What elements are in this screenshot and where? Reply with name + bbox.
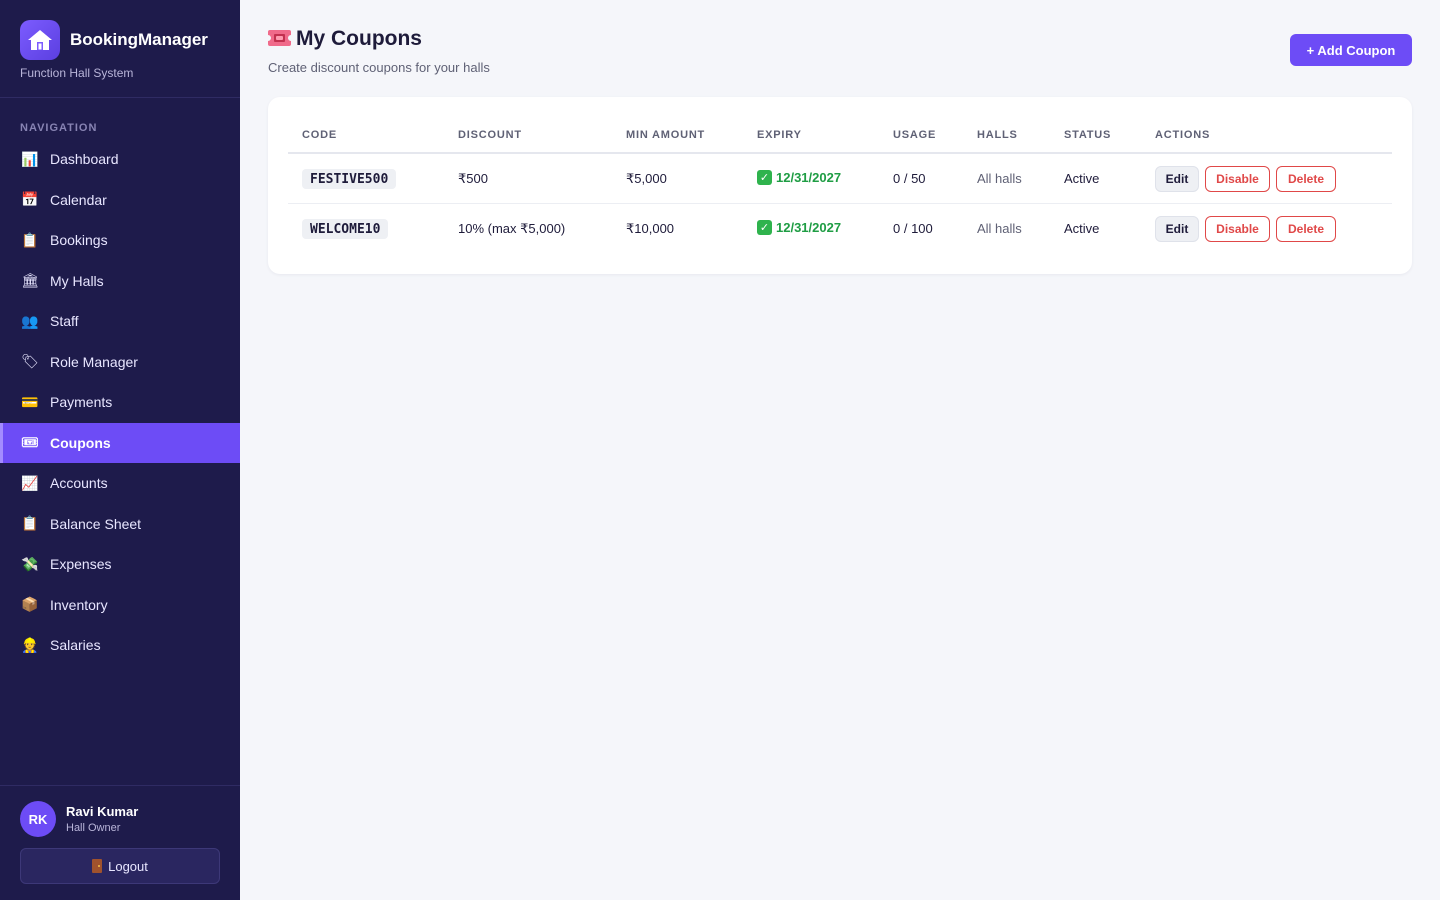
sidebar-item-payments[interactable]: 💳 Payments bbox=[0, 382, 240, 423]
avatar: RK bbox=[20, 801, 56, 837]
sidebar-item-label: Accounts bbox=[50, 475, 108, 492]
sidebar-item-inventory[interactable]: 📦 Inventory bbox=[0, 585, 240, 626]
sidebar-item-salaries[interactable]: 👷 Salaries bbox=[0, 625, 240, 666]
add-coupon-button[interactable]: + Add Coupon bbox=[1290, 34, 1412, 66]
column-header: DISCOUNT bbox=[458, 129, 522, 141]
sidebar-item-label: Coupons bbox=[50, 434, 111, 451]
sidebar-item-label: Expenses bbox=[50, 556, 112, 573]
check-mark-icon: ✓ bbox=[757, 220, 772, 235]
sidebar-item-calendar[interactable]: 📅 Calendar bbox=[0, 180, 240, 221]
expiry-date-text: 12/31/2027 bbox=[776, 170, 842, 185]
sidebar-divider bbox=[0, 97, 240, 98]
delete-button[interactable]: Delete bbox=[1276, 166, 1336, 192]
sidebar-item-my-halls[interactable]: 🏛 My Halls bbox=[0, 261, 240, 302]
edit-button[interactable]: Edit bbox=[1155, 216, 1199, 242]
logout-label: Logout bbox=[108, 858, 148, 874]
table-row: WELCOME10 10% (max ₹5,000) ₹10,000 ✓ 12/… bbox=[288, 204, 1392, 254]
delete-button[interactable]: Delete bbox=[1276, 216, 1336, 242]
coupons-table: CODE DISCOUNT MIN AMOUNT EXPIRY USAGE HA… bbox=[268, 97, 1412, 274]
nav-heading: NAVIGATION bbox=[20, 122, 98, 134]
sidebar-item-label: Dashboard bbox=[50, 151, 119, 168]
column-header: ACTIONS bbox=[1155, 129, 1211, 141]
brand: BookingManager Function Hall System bbox=[20, 20, 230, 80]
sidebar-nav: 📊 Dashboard 📅 Calendar 📋 Bookings 🏛 My Halls 👥 St… bbox=[0, 139, 240, 666]
min-amount-value: ₹10,000 bbox=[626, 221, 675, 236]
ticket-icon bbox=[268, 30, 291, 46]
usage-value: 0 / 100 bbox=[893, 221, 933, 236]
sidebar-item-label: Payments bbox=[50, 394, 113, 411]
coupon-code: FESTIVE500 bbox=[302, 169, 397, 189]
column-header: HALLS bbox=[977, 129, 1018, 141]
column-header: CODE bbox=[302, 129, 337, 141]
clipboard-icon: 📋 bbox=[21, 515, 39, 532]
calendar-icon: 📅 bbox=[21, 191, 39, 208]
sidebar-item-label: Role Manager bbox=[50, 353, 138, 370]
money-wings-icon: 💸 bbox=[21, 555, 39, 572]
column-header: STATUS bbox=[1064, 129, 1112, 141]
sidebar-item-label: Calendar bbox=[50, 191, 107, 208]
house-icon bbox=[20, 20, 60, 60]
column-header: MIN AMOUNT bbox=[626, 129, 706, 141]
sidebar-divider bbox=[0, 785, 240, 786]
sidebar-item-label: My Halls bbox=[50, 272, 104, 289]
page-subtitle: Create discount coupons for your halls bbox=[268, 60, 490, 75]
user-name: Ravi Kumar bbox=[66, 804, 139, 819]
trend-chart-icon: 📈 bbox=[21, 474, 39, 491]
sidebar-item-label: Staff bbox=[50, 313, 79, 330]
table-row: FESTIVE500 ₹500 ₹5,000 ✓ 12/31/2027 0 / … bbox=[288, 154, 1392, 204]
user-profile: RK Ravi Kumar Hall Owner bbox=[20, 801, 220, 837]
sidebar-item-accounts[interactable]: 📈 Accounts bbox=[0, 463, 240, 504]
building-icon: 🏛 bbox=[21, 272, 39, 289]
sidebar-item-expenses[interactable]: 💸 Expenses bbox=[0, 544, 240, 585]
sidebar-item-staff[interactable]: 👥 Staff bbox=[0, 301, 240, 342]
door-icon bbox=[92, 859, 103, 873]
expiry-date: ✓ 12/31/2027 bbox=[757, 170, 841, 185]
worker-icon: 👷 bbox=[21, 636, 39, 653]
sidebar-item-role-manager[interactable]: 🏷 Role Manager bbox=[0, 342, 240, 383]
sidebar-item-bookings[interactable]: 📋 Bookings bbox=[0, 220, 240, 261]
user-role: Hall Owner bbox=[66, 822, 121, 834]
edit-button[interactable]: Edit bbox=[1155, 166, 1199, 192]
disable-button[interactable]: Disable bbox=[1205, 166, 1270, 192]
clipboard-icon: 📋 bbox=[21, 231, 39, 248]
column-header: USAGE bbox=[893, 129, 937, 141]
logout-button[interactable]: Logout bbox=[20, 848, 220, 884]
people-icon: 👥 bbox=[21, 312, 39, 329]
status-value: Active bbox=[1064, 221, 1100, 236]
sidebar-item-label: Bookings bbox=[50, 232, 108, 249]
brand-title: BookingManager bbox=[70, 30, 208, 49]
sidebar-item-balance-sheet[interactable]: 📋 Balance Sheet bbox=[0, 504, 240, 545]
coupon-code: WELCOME10 bbox=[302, 219, 389, 239]
disable-button[interactable]: Disable bbox=[1205, 216, 1270, 242]
discount-value: ₹500 bbox=[458, 171, 488, 186]
usage-value: 0 / 50 bbox=[893, 171, 926, 186]
status-value: Active bbox=[1064, 171, 1100, 186]
package-icon: 📦 bbox=[21, 596, 39, 613]
discount-value: 10% (max ₹5,000) bbox=[458, 221, 566, 236]
expiry-date-text: 12/31/2027 bbox=[776, 220, 842, 235]
ticket-icon: 🎟 bbox=[21, 434, 39, 451]
page-title: My Coupons bbox=[296, 27, 422, 50]
sidebar-item-label: Salaries bbox=[50, 637, 101, 654]
brand-subtitle: Function Hall System bbox=[20, 66, 134, 80]
halls-value: All halls bbox=[977, 171, 1022, 186]
check-mark-icon: ✓ bbox=[757, 170, 772, 185]
min-amount-value: ₹5,000 bbox=[626, 171, 667, 186]
table-header: CODE DISCOUNT MIN AMOUNT EXPIRY USAGE HA… bbox=[288, 122, 1392, 154]
sidebar-item-dashboard[interactable]: 📊 Dashboard bbox=[0, 139, 240, 180]
expiry-date: ✓ 12/31/2027 bbox=[757, 220, 841, 235]
sidebar-item-label: Balance Sheet bbox=[50, 515, 142, 532]
tag-icon: 🏷 bbox=[21, 353, 39, 370]
halls-value: All halls bbox=[977, 221, 1022, 236]
credit-card-icon: 💳 bbox=[21, 393, 39, 410]
bar-chart-icon: 📊 bbox=[21, 150, 39, 167]
sidebar: BookingManager Function Hall System NAVI… bbox=[0, 0, 240, 900]
column-header: EXPIRY bbox=[757, 129, 802, 141]
sidebar-item-coupons[interactable]: 🎟 Coupons bbox=[0, 422, 240, 463]
sidebar-item-label: Inventory bbox=[50, 596, 108, 613]
